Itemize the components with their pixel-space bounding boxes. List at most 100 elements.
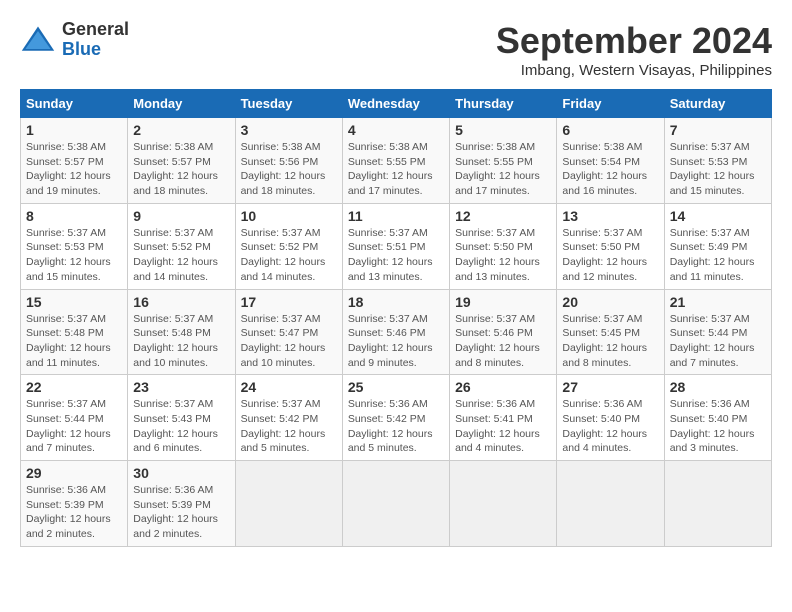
day-info: Sunrise: 5:36 AMSunset: 5:39 PMDaylight:… <box>26 484 111 540</box>
day-info: Sunrise: 5:37 AMSunset: 5:42 PMDaylight:… <box>241 398 326 454</box>
day-number: 8 <box>26 208 122 224</box>
table-row: 30 Sunrise: 5:36 AMSunset: 5:39 PMDaylig… <box>128 461 235 547</box>
title-block: September 2024 Imbang, Western Visayas, … <box>496 20 772 79</box>
day-number: 16 <box>133 294 229 310</box>
day-number: 18 <box>348 294 444 310</box>
calendar-table: Sunday Monday Tuesday Wednesday Thursday… <box>20 89 772 547</box>
day-info: Sunrise: 5:38 AMSunset: 5:55 PMDaylight:… <box>455 141 540 197</box>
col-saturday: Saturday <box>664 90 771 118</box>
day-info: Sunrise: 5:38 AMSunset: 5:57 PMDaylight:… <box>26 141 111 197</box>
day-number: 9 <box>133 208 229 224</box>
day-info: Sunrise: 5:37 AMSunset: 5:53 PMDaylight:… <box>670 141 755 197</box>
day-number: 25 <box>348 379 444 395</box>
day-number: 23 <box>133 379 229 395</box>
table-row: 28 Sunrise: 5:36 AMSunset: 5:40 PMDaylig… <box>664 375 771 461</box>
table-row: 11 Sunrise: 5:37 AMSunset: 5:51 PMDaylig… <box>342 203 449 289</box>
day-number: 7 <box>670 122 766 138</box>
day-number: 28 <box>670 379 766 395</box>
day-number: 21 <box>670 294 766 310</box>
table-row: 22 Sunrise: 5:37 AMSunset: 5:44 PMDaylig… <box>21 375 128 461</box>
table-row: 6 Sunrise: 5:38 AMSunset: 5:54 PMDayligh… <box>557 118 664 204</box>
logo: General Blue <box>20 20 129 60</box>
day-number: 20 <box>562 294 658 310</box>
calendar-week: 8 Sunrise: 5:37 AMSunset: 5:53 PMDayligh… <box>21 203 772 289</box>
table-row: 26 Sunrise: 5:36 AMSunset: 5:41 PMDaylig… <box>450 375 557 461</box>
col-thursday: Thursday <box>450 90 557 118</box>
table-row: 2 Sunrise: 5:38 AMSunset: 5:57 PMDayligh… <box>128 118 235 204</box>
day-info: Sunrise: 5:37 AMSunset: 5:48 PMDaylight:… <box>133 313 218 369</box>
table-row: 3 Sunrise: 5:38 AMSunset: 5:56 PMDayligh… <box>235 118 342 204</box>
day-number: 30 <box>133 465 229 481</box>
day-info: Sunrise: 5:37 AMSunset: 5:44 PMDaylight:… <box>26 398 111 454</box>
table-row: 15 Sunrise: 5:37 AMSunset: 5:48 PMDaylig… <box>21 289 128 375</box>
table-row: 20 Sunrise: 5:37 AMSunset: 5:45 PMDaylig… <box>557 289 664 375</box>
day-number: 4 <box>348 122 444 138</box>
table-row: 10 Sunrise: 5:37 AMSunset: 5:52 PMDaylig… <box>235 203 342 289</box>
logo-text: General Blue <box>62 20 129 60</box>
day-number: 10 <box>241 208 337 224</box>
day-number: 24 <box>241 379 337 395</box>
day-number: 14 <box>670 208 766 224</box>
location: Imbang, Western Visayas, Philippines <box>496 62 772 79</box>
table-row: 27 Sunrise: 5:36 AMSunset: 5:40 PMDaylig… <box>557 375 664 461</box>
day-number: 11 <box>348 208 444 224</box>
table-row: 21 Sunrise: 5:37 AMSunset: 5:44 PMDaylig… <box>664 289 771 375</box>
table-row: 8 Sunrise: 5:37 AMSunset: 5:53 PMDayligh… <box>21 203 128 289</box>
day-info: Sunrise: 5:36 AMSunset: 5:42 PMDaylight:… <box>348 398 433 454</box>
table-row: 19 Sunrise: 5:37 AMSunset: 5:46 PMDaylig… <box>450 289 557 375</box>
col-wednesday: Wednesday <box>342 90 449 118</box>
col-monday: Monday <box>128 90 235 118</box>
day-info: Sunrise: 5:37 AMSunset: 5:49 PMDaylight:… <box>670 227 755 283</box>
calendar-week: 29 Sunrise: 5:36 AMSunset: 5:39 PMDaylig… <box>21 461 772 547</box>
col-friday: Friday <box>557 90 664 118</box>
day-info: Sunrise: 5:38 AMSunset: 5:54 PMDaylight:… <box>562 141 647 197</box>
day-info: Sunrise: 5:37 AMSunset: 5:43 PMDaylight:… <box>133 398 218 454</box>
month-title: September 2024 <box>496 20 772 62</box>
table-row <box>342 461 449 547</box>
day-info: Sunrise: 5:38 AMSunset: 5:57 PMDaylight:… <box>133 141 218 197</box>
day-info: Sunrise: 5:37 AMSunset: 5:52 PMDaylight:… <box>133 227 218 283</box>
calendar-week: 22 Sunrise: 5:37 AMSunset: 5:44 PMDaylig… <box>21 375 772 461</box>
table-row <box>664 461 771 547</box>
day-number: 17 <box>241 294 337 310</box>
day-number: 22 <box>26 379 122 395</box>
table-row: 12 Sunrise: 5:37 AMSunset: 5:50 PMDaylig… <box>450 203 557 289</box>
day-info: Sunrise: 5:38 AMSunset: 5:55 PMDaylight:… <box>348 141 433 197</box>
day-info: Sunrise: 5:37 AMSunset: 5:46 PMDaylight:… <box>455 313 540 369</box>
day-info: Sunrise: 5:37 AMSunset: 5:45 PMDaylight:… <box>562 313 647 369</box>
table-row: 1 Sunrise: 5:38 AMSunset: 5:57 PMDayligh… <box>21 118 128 204</box>
table-row: 18 Sunrise: 5:37 AMSunset: 5:46 PMDaylig… <box>342 289 449 375</box>
day-number: 3 <box>241 122 337 138</box>
day-info: Sunrise: 5:36 AMSunset: 5:41 PMDaylight:… <box>455 398 540 454</box>
col-sunday: Sunday <box>21 90 128 118</box>
day-info: Sunrise: 5:37 AMSunset: 5:47 PMDaylight:… <box>241 313 326 369</box>
page-header: General Blue September 2024 Imbang, West… <box>20 20 772 79</box>
logo-icon <box>20 22 56 58</box>
day-number: 12 <box>455 208 551 224</box>
day-info: Sunrise: 5:37 AMSunset: 5:52 PMDaylight:… <box>241 227 326 283</box>
day-number: 29 <box>26 465 122 481</box>
day-number: 1 <box>26 122 122 138</box>
day-info: Sunrise: 5:37 AMSunset: 5:46 PMDaylight:… <box>348 313 433 369</box>
day-number: 2 <box>133 122 229 138</box>
day-number: 5 <box>455 122 551 138</box>
table-row: 25 Sunrise: 5:36 AMSunset: 5:42 PMDaylig… <box>342 375 449 461</box>
table-row: 14 Sunrise: 5:37 AMSunset: 5:49 PMDaylig… <box>664 203 771 289</box>
table-row: 4 Sunrise: 5:38 AMSunset: 5:55 PMDayligh… <box>342 118 449 204</box>
table-row: 24 Sunrise: 5:37 AMSunset: 5:42 PMDaylig… <box>235 375 342 461</box>
day-number: 26 <box>455 379 551 395</box>
table-row: 5 Sunrise: 5:38 AMSunset: 5:55 PMDayligh… <box>450 118 557 204</box>
table-row: 9 Sunrise: 5:37 AMSunset: 5:52 PMDayligh… <box>128 203 235 289</box>
day-number: 15 <box>26 294 122 310</box>
day-info: Sunrise: 5:37 AMSunset: 5:51 PMDaylight:… <box>348 227 433 283</box>
header-row: Sunday Monday Tuesday Wednesday Thursday… <box>21 90 772 118</box>
day-info: Sunrise: 5:36 AMSunset: 5:40 PMDaylight:… <box>562 398 647 454</box>
day-number: 19 <box>455 294 551 310</box>
day-info: Sunrise: 5:37 AMSunset: 5:48 PMDaylight:… <box>26 313 111 369</box>
calendar-week: 1 Sunrise: 5:38 AMSunset: 5:57 PMDayligh… <box>21 118 772 204</box>
day-info: Sunrise: 5:36 AMSunset: 5:40 PMDaylight:… <box>670 398 755 454</box>
table-row: 13 Sunrise: 5:37 AMSunset: 5:50 PMDaylig… <box>557 203 664 289</box>
day-info: Sunrise: 5:36 AMSunset: 5:39 PMDaylight:… <box>133 484 218 540</box>
day-info: Sunrise: 5:37 AMSunset: 5:50 PMDaylight:… <box>455 227 540 283</box>
day-number: 13 <box>562 208 658 224</box>
